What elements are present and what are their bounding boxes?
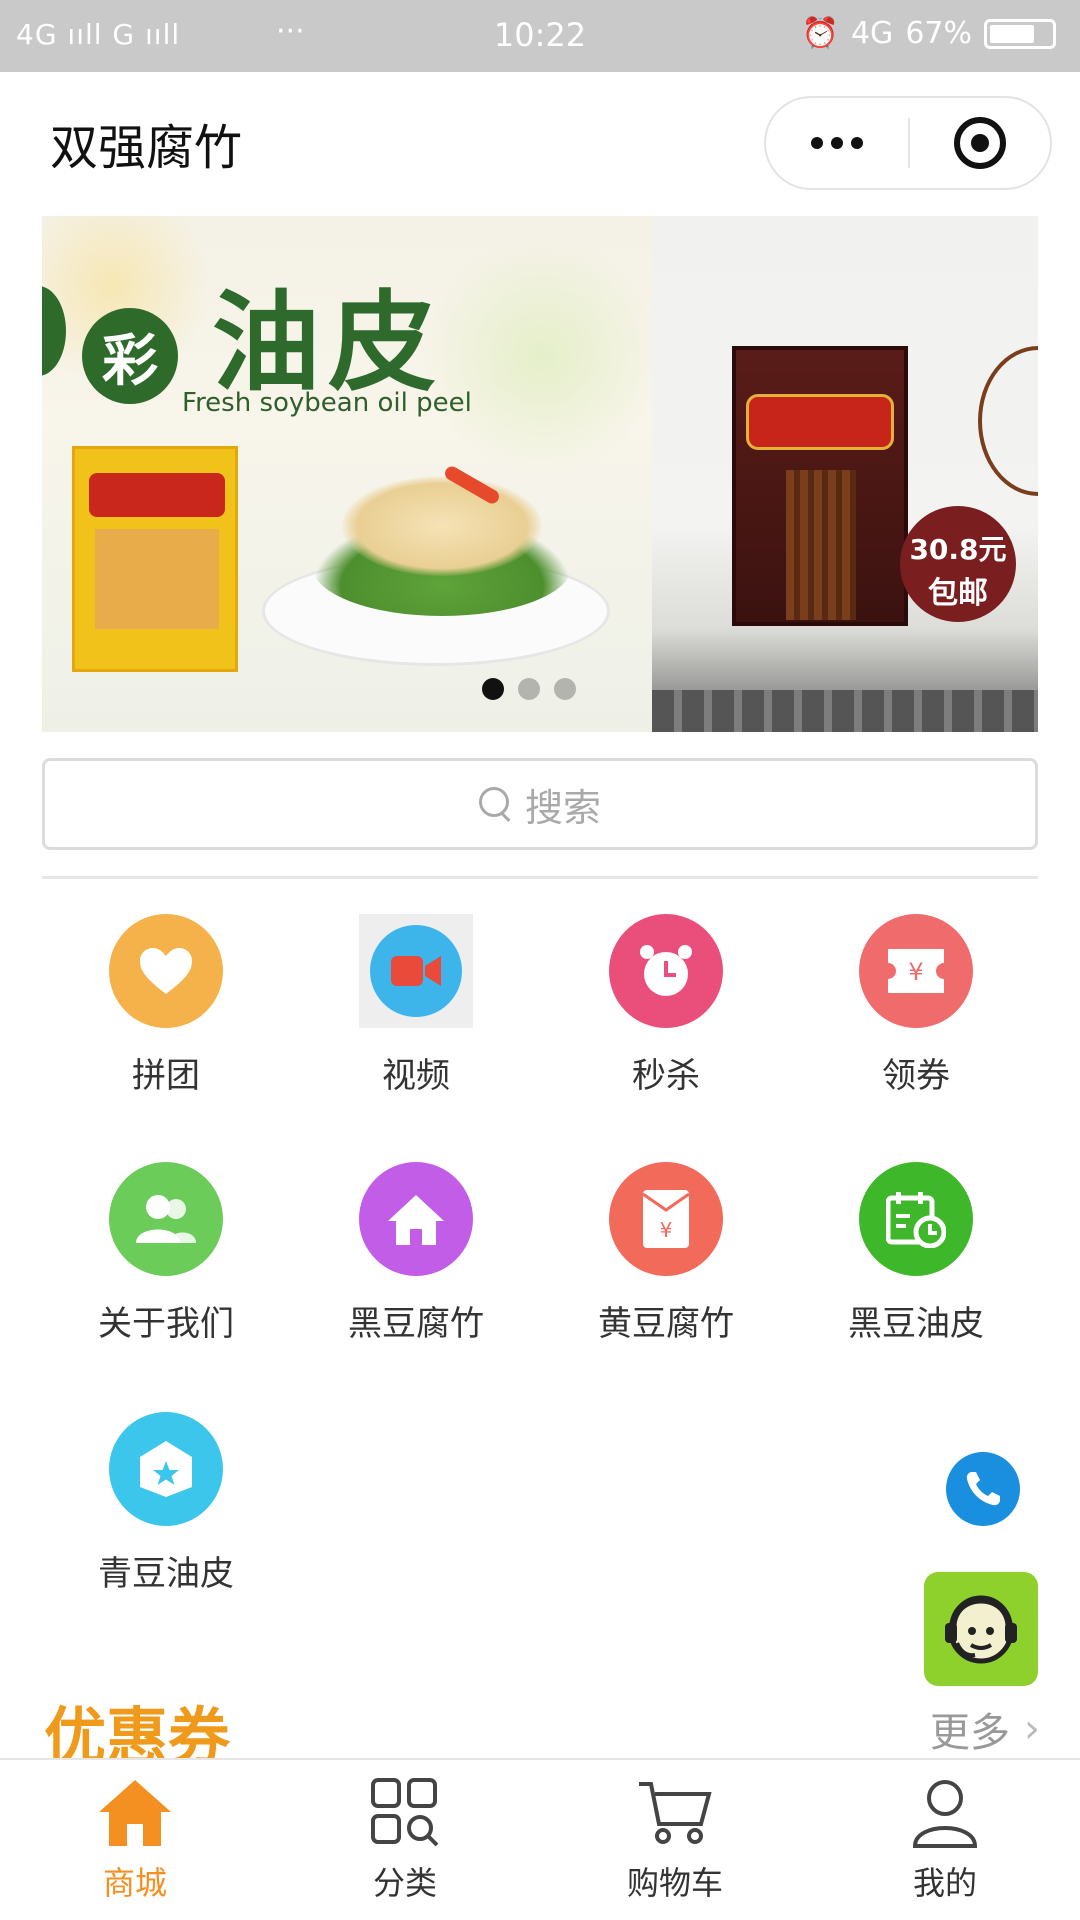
carousel-dot[interactable]	[554, 678, 576, 700]
banner-subtitle: Fresh soybean oil peel	[182, 388, 472, 418]
cart-icon	[639, 1782, 712, 1844]
page-title: 双强腐竹	[50, 120, 243, 176]
chevron-right-icon: ›	[1024, 1706, 1040, 1752]
battery-percent: 67%	[905, 16, 972, 51]
signal-label: 4G	[850, 16, 894, 51]
heart-icon	[109, 914, 223, 1028]
users-icon	[109, 1162, 223, 1276]
tab-cart[interactable]: 购物车	[590, 1778, 760, 1904]
user-icon	[912, 1780, 978, 1848]
category-label: 黄豆腐竹	[598, 1304, 734, 1344]
search-icon	[478, 787, 513, 821]
category-flash-sale[interactable]: 秒杀	[566, 914, 766, 1097]
svg-text:¥: ¥	[908, 958, 923, 986]
divider	[42, 876, 1038, 879]
product-bag-image	[732, 346, 908, 626]
category-black-bean-yuba[interactable]: 黑豆腐竹	[316, 1162, 516, 1345]
home-icon	[359, 1162, 473, 1276]
mini-program-page: { "status_bar": { "network": "4G ııll G …	[0, 0, 1080, 1920]
capsule-menu	[764, 96, 1052, 190]
title-bar: 双强腐竹	[0, 72, 1080, 210]
category-label: 领券	[882, 1056, 950, 1096]
battery-icon	[984, 18, 1056, 49]
search-placeholder: 搜索	[524, 785, 601, 830]
category-black-bean-oil-peel[interactable]: 黑豆油皮	[816, 1162, 1016, 1345]
category-label: 关于我们	[98, 1304, 234, 1344]
category-label: 拼团	[132, 1056, 200, 1096]
category-label: 视频	[382, 1056, 450, 1096]
category-video[interactable]: 视频	[316, 914, 516, 1097]
status-right: ⏰ 4G 67%	[802, 16, 1056, 51]
banner-slide-oil-peel[interactable]: 彩 油皮 Fresh soybean oil peel	[42, 216, 662, 732]
tab-mine[interactable]: 我的	[860, 1778, 1030, 1904]
phone-icon[interactable]	[946, 1452, 1020, 1526]
alarm-clock-icon	[609, 914, 723, 1028]
category-green-bean-oil-peel[interactable]: 青豆油皮	[66, 1412, 266, 1595]
tofu-skin-image	[342, 476, 542, 576]
tab-mall[interactable]: 商城	[50, 1778, 220, 1904]
carousel-dot[interactable]	[482, 678, 504, 700]
customer-service-icon[interactable]	[924, 1572, 1038, 1686]
more-dots-icon[interactable]	[766, 98, 908, 188]
category-grid-icon	[371, 1778, 439, 1847]
category-about-us[interactable]: 关于我们	[66, 1162, 266, 1345]
red-envelope-icon: ¥	[609, 1162, 723, 1276]
tab-category[interactable]: 分类	[320, 1778, 490, 1904]
category-label: 秒杀	[632, 1056, 700, 1096]
tab-label: 商城	[102, 1864, 167, 1902]
carousel-dots	[482, 678, 576, 700]
banner-slide-product[interactable]: 30.8元 包邮	[652, 216, 1038, 732]
star-bag-icon	[109, 1412, 223, 1526]
coupon-more-link[interactable]: 更多 ›	[930, 1700, 1040, 1758]
category-label: 黑豆油皮	[848, 1304, 984, 1344]
banner-carousel[interactable]: 彩 油皮 Fresh soybean oil peel 30.8元 包邮	[42, 216, 1038, 732]
product-package-image	[72, 446, 238, 672]
tab-label: 购物车	[626, 1864, 723, 1902]
svg-text:¥: ¥	[660, 1218, 673, 1242]
alarm-icon: ⏰	[801, 16, 839, 51]
badge-cai: 彩	[82, 308, 178, 404]
tab-label: 分类	[372, 1864, 437, 1902]
price-value: 30.8元	[909, 533, 1007, 566]
decor-circle	[978, 346, 1038, 496]
coupon-ticket-icon: ¥	[859, 914, 973, 1028]
target-close-icon[interactable]	[910, 98, 1050, 188]
roof-tiles-image	[652, 690, 1038, 732]
category-coupon[interactable]: ¥ 领券	[816, 914, 1016, 1097]
tab-label: 我的	[912, 1864, 977, 1902]
home-tab-icon	[99, 1780, 171, 1846]
video-camera-icon	[370, 925, 462, 1017]
category-label: 黑豆腐竹	[348, 1304, 484, 1344]
video-icon-bg	[359, 914, 473, 1028]
more-label: 更多	[930, 1710, 1010, 1756]
carousel-dot[interactable]	[518, 678, 540, 700]
price-badge: 30.8元 包邮	[900, 506, 1016, 622]
category-soybean-yuba[interactable]: ¥ 黄豆腐竹	[566, 1162, 766, 1345]
calendar-clock-icon	[859, 1162, 973, 1276]
free-shipping: 包邮	[928, 576, 988, 611]
category-pintuan[interactable]: 拼团	[66, 914, 266, 1097]
bottom-tab-bar: 商城 分类 购物车 我的	[0, 1758, 1080, 1920]
status-bar: 4G ııll G ııll ··· 10:22 ⏰ 4G 67%	[0, 0, 1080, 72]
category-label: 青豆油皮	[98, 1554, 234, 1594]
search-bar[interactable]: 搜索	[42, 758, 1038, 850]
